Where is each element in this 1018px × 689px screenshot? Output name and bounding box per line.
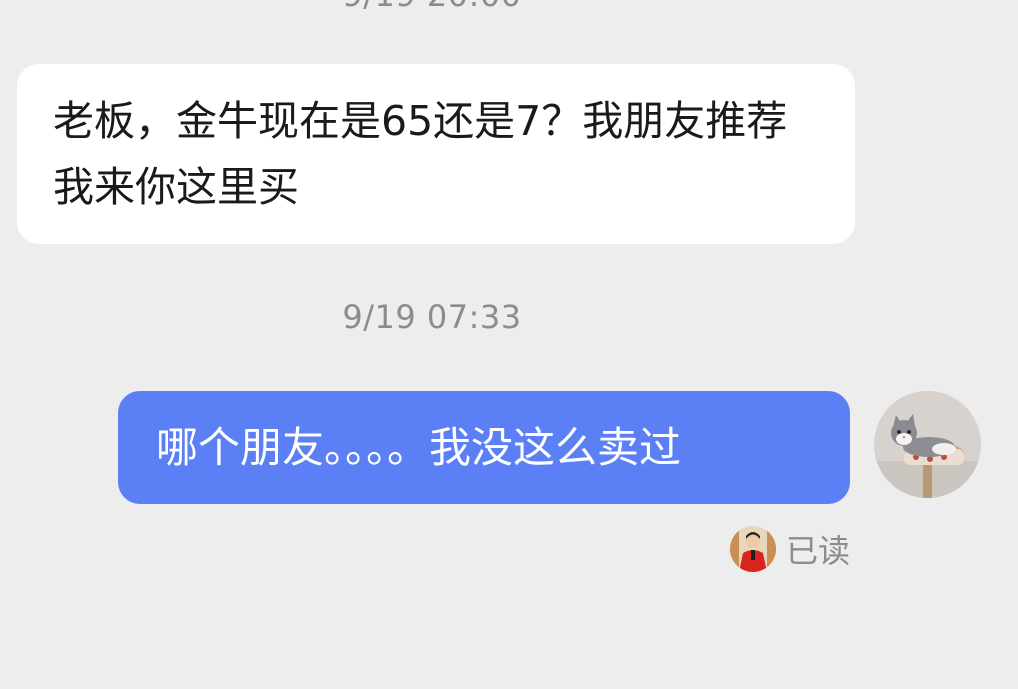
message-timestamp: 9/19 07:33 <box>342 298 522 336</box>
cat-avatar-icon <box>874 391 981 498</box>
message-timestamp-top: 9/19 20:00 <box>0 0 864 14</box>
outgoing-message-bubble[interactable]: 哪个朋友。。。。我没这么卖过 <box>118 391 850 504</box>
reader-avatar <box>729 526 776 572</box>
read-receipt: 已读 <box>729 525 850 573</box>
read-status-label: 已读 <box>785 532 850 570</box>
chat-screen: 9/19 20:00 老板，金牛现在是65还是7？我朋友推荐我来你这里买 9/1… <box>0 0 1018 689</box>
self-avatar[interactable] <box>874 391 981 498</box>
incoming-message-bubble[interactable]: 老板，金牛现在是65还是7？我朋友推荐我来你这里买 <box>17 64 855 244</box>
person-avatar-icon <box>729 526 776 572</box>
